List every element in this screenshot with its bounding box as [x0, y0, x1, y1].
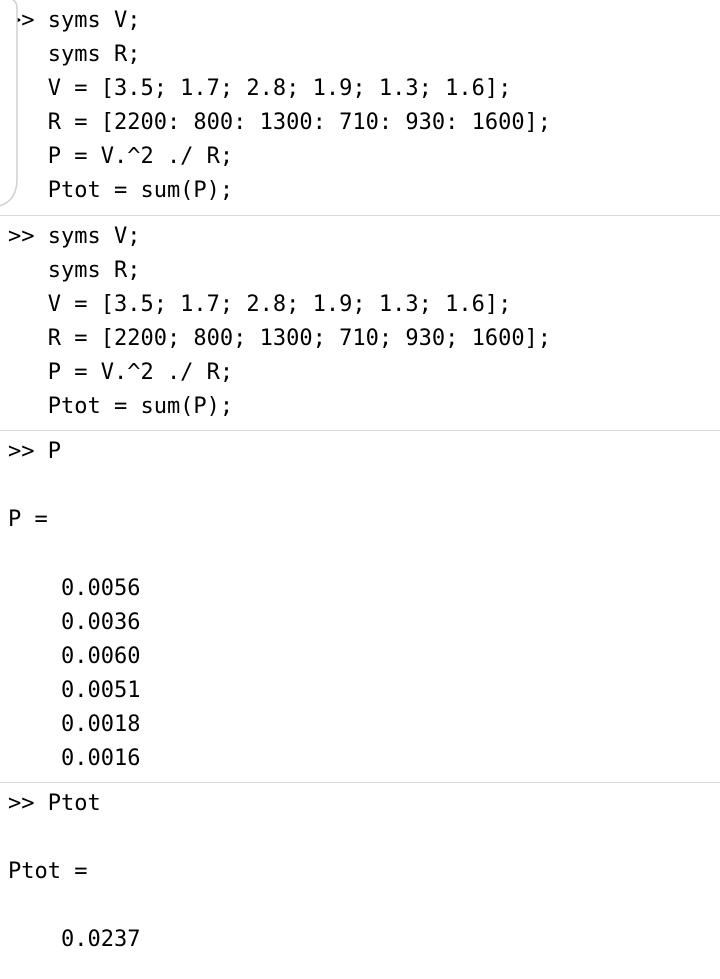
code-line: >> Ptot: [8, 791, 101, 816]
code-block: >> syms V; syms R; V = [3.5; 1.7; 2.8; 1…: [8, 220, 712, 425]
code-line: >> syms V;: [8, 8, 140, 33]
code-line: R = [2200; 800; 1300; 710; 930; 1600];: [8, 326, 551, 351]
code-line: P = V.^2 ./ R;: [8, 144, 233, 169]
code-cell[interactable]: >> P P = 0.0056 0.0036 0.0060 0.0051 0.0…: [0, 431, 720, 783]
code-line: 0.0237: [8, 927, 140, 952]
code-line: syms R;: [8, 42, 140, 67]
code-line: V = [3.5; 1.7; 2.8; 1.9; 1.3; 1.6];: [8, 292, 511, 317]
code-line: R = [2200: 800: 1300: 710: 930: 1600];: [8, 110, 551, 135]
code-line: 0.0056: [8, 576, 140, 601]
code-line: V = [3.5; 1.7; 2.8; 1.9; 1.3; 1.6];: [8, 76, 511, 101]
code-cell[interactable]: >> Ptot Ptot = 0.0237: [0, 783, 720, 963]
code-line: Ptot = sum(P);: [8, 178, 233, 203]
code-line: 0.0060: [8, 644, 140, 669]
code-line: 0.0036: [8, 610, 140, 635]
code-line: 0.0018: [8, 712, 140, 737]
code-line: Ptot = sum(P);: [8, 394, 233, 419]
code-cell[interactable]: >> syms V; syms R; V = [3.5; 1.7; 2.8; 1…: [0, 0, 720, 216]
code-line: >> P: [8, 439, 61, 464]
code-cell[interactable]: >> syms V; syms R; V = [3.5; 1.7; 2.8; 1…: [0, 216, 720, 432]
code-line: >> syms V;: [8, 224, 140, 249]
command-window[interactable]: >> syms V; syms R; V = [3.5; 1.7; 2.8; 1…: [0, 0, 720, 964]
code-line: P = V.^2 ./ R;: [8, 360, 233, 385]
code-line: Ptot =: [8, 859, 87, 884]
code-block: >> P P = 0.0056 0.0036 0.0060 0.0051 0.0…: [8, 435, 712, 776]
code-line: syms R;: [8, 258, 140, 283]
code-block: >> syms V; syms R; V = [3.5; 1.7; 2.8; 1…: [8, 4, 712, 209]
code-block: >> Ptot Ptot = 0.0237: [8, 787, 712, 957]
code-line: 0.0016: [8, 746, 140, 771]
code-line: P =: [8, 507, 48, 532]
code-line: 0.0051: [8, 678, 140, 703]
